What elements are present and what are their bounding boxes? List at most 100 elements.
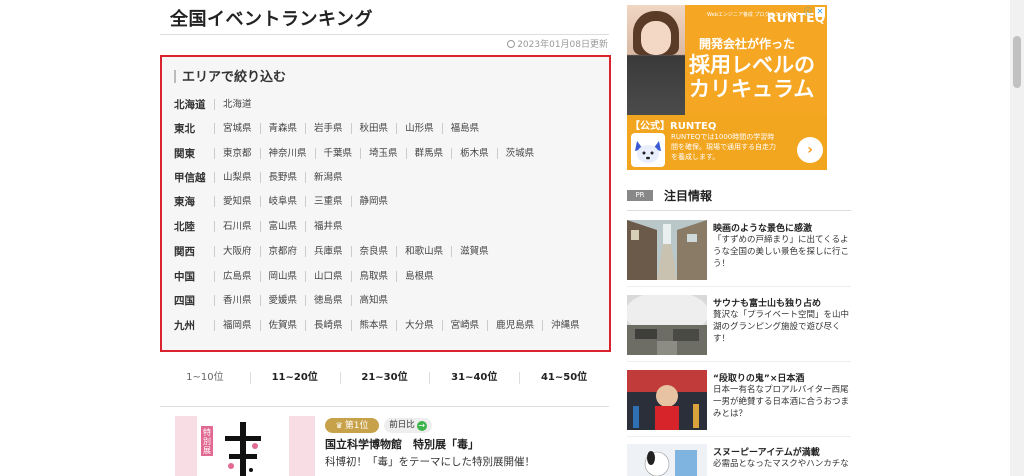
prefecture-link[interactable]: 福井県 (305, 220, 351, 232)
tab-rank-11-20[interactable]: 11~20位 (249, 367, 340, 389)
prefecture-link[interactable]: 熊本県 (350, 319, 397, 331)
tab-rank-1-10[interactable]: 1~10位 (160, 367, 250, 389)
prefecture-list: 大阪府 京都府 兵庫県 奈良県 和歌山県 滋賀県 (214, 245, 497, 257)
title-divider (160, 34, 609, 35)
prefecture-link[interactable]: 岐阜県 (259, 195, 306, 207)
tab-rank-21-30[interactable]: 21~30位 (339, 367, 430, 389)
news-desc: 日本一有名なプロアルバイター西尾一男が絶賛する日本酒に合うおつまみとは？ (713, 385, 850, 419)
ad-info-icon[interactable]: ⓘ (803, 7, 813, 17)
prefecture-link[interactable]: 新潟県 (305, 171, 351, 183)
prefecture-link[interactable]: 香川県 (214, 294, 260, 306)
prefecture-link[interactable]: 佐賀県 (259, 319, 306, 331)
prefecture-link[interactable]: 栃木県 (451, 147, 497, 159)
news-item[interactable]: サウナも富士山も独り占め 贅沢な「プライベート空間」を山中湖のグランピング施設で… (627, 295, 851, 355)
prefecture-link[interactable]: 大阪府 (214, 245, 260, 257)
ad-go-button[interactable]: › (797, 137, 823, 163)
prefecture-link[interactable]: 岩手県 (305, 122, 351, 134)
prefecture-link[interactable]: 徳島県 (305, 294, 351, 306)
page: 全国イベントランキング 2023年01月08日更新 エリアで絞り込む 北海道 北海… (0, 0, 1024, 476)
prefecture-link[interactable]: 愛知県 (214, 195, 260, 207)
ad-photo-face (641, 21, 671, 55)
prefecture-link[interactable]: 静岡県 (350, 195, 397, 207)
prefecture-list: 愛知県 岐阜県 三重県 静岡県 (214, 195, 397, 207)
scrollbar-thumb[interactable] (1013, 36, 1021, 88)
region-name: 北陸 (174, 220, 195, 233)
prefecture-link[interactable]: 神奈川県 (259, 147, 315, 159)
prefecture-link[interactable]: 岡山県 (259, 270, 306, 282)
ad-banner[interactable]: Webエンジニア養成 プログラミングスクール RUNTEQ ⓘ ✕ 開発会社が作… (627, 5, 827, 170)
region-name: 北海道 (174, 98, 206, 111)
prefecture-link[interactable]: 福島県 (441, 122, 488, 134)
event-poster-label: 特別展 (201, 426, 213, 456)
news-item[interactable]: 映画のような景色に感激 「すずめの戸締まり」に出てくるような全国の美しい景色を探… (627, 220, 851, 280)
prefecture-link[interactable]: 山形県 (396, 122, 442, 134)
ad-headline-3: カリキュラム (689, 77, 815, 101)
prefecture-link[interactable]: 茨城県 (496, 147, 543, 159)
prefecture-link[interactable]: 島根県 (396, 270, 442, 282)
sidebar-heading: 注目情報 (664, 189, 713, 203)
prefecture-link[interactable]: 京都府 (259, 245, 306, 257)
tab-rank-31-40[interactable]: 31~40位 (429, 367, 519, 389)
alley-photo (627, 220, 707, 280)
prefecture-link[interactable]: 山梨県 (214, 171, 260, 183)
prefecture-link[interactable]: 和歌山県 (396, 245, 451, 257)
tab-rank-41-50[interactable]: 41~50位 (519, 367, 609, 389)
news-divider (627, 286, 851, 287)
prefecture-link[interactable]: 滋賀県 (451, 245, 497, 257)
prefecture-link[interactable]: 愛媛県 (259, 294, 306, 306)
prefecture-link[interactable]: 鳥取県 (350, 270, 397, 282)
glamping-photo (627, 295, 707, 355)
prefecture-link[interactable]: 奈良県 (350, 245, 397, 257)
prefecture-link[interactable]: 山口県 (305, 270, 351, 282)
prefecture-link[interactable]: 三重県 (305, 195, 351, 207)
news-thumbnail (627, 220, 707, 280)
prefecture-list: 香川県 愛媛県 徳島県 高知県 (214, 294, 397, 306)
ad-close-icon[interactable]: ✕ (815, 7, 825, 17)
prefecture-link[interactable]: 千葉県 (314, 147, 361, 159)
news-thumbnail (627, 370, 707, 430)
prefecture-list: 宮城県 青森県 岩手県 秋田県 山形県 福島県 (214, 122, 488, 134)
prefecture-link[interactable]: 長崎県 (305, 319, 351, 331)
rank-divider (160, 406, 609, 407)
news-title: スヌーピーアイテムが満載 (713, 448, 820, 458)
region-name: 関東 (174, 147, 195, 160)
region-row: 中国 広島県 岡山県 山口県 鳥取県 島根県 (174, 268, 442, 284)
prefecture-link[interactable]: 高知県 (350, 294, 397, 306)
event-thumbnail[interactable]: 特別展 (175, 416, 315, 476)
prefecture-list: 北海道 (214, 98, 260, 110)
ad-photo (627, 5, 685, 115)
prefecture-link[interactable]: 兵庫県 (305, 245, 351, 257)
updated-date: 2023年01月08日更新 (490, 37, 608, 50)
prefecture-link[interactable]: 富山県 (259, 220, 306, 232)
news-divider (627, 361, 851, 362)
prefecture-link[interactable]: 宮崎県 (441, 319, 488, 331)
prefecture-link[interactable]: 東京都 (214, 147, 260, 159)
prefecture-link[interactable]: 鹿児島県 (487, 319, 542, 331)
region-name: 中国 (174, 270, 195, 283)
prefecture-link[interactable]: 大分県 (396, 319, 442, 331)
prefecture-link[interactable]: 長野県 (259, 171, 306, 183)
sidebar-divider (627, 210, 851, 211)
news-thumbnail (627, 444, 707, 476)
event-title[interactable]: 国立科学博物館 特別展「毒」 (325, 436, 479, 452)
prefecture-link[interactable]: 北海道 (214, 98, 260, 110)
rank-tabs: 1~10位 11~20位 21~30位 31~40位 41~50位 (160, 367, 609, 389)
prefecture-link[interactable]: 広島県 (214, 270, 260, 282)
region-name: 東北 (174, 122, 195, 135)
prefecture-link[interactable]: 埼玉県 (360, 147, 406, 159)
prefecture-link[interactable]: 秋田県 (350, 122, 397, 134)
prefecture-link[interactable]: 沖縄県 (542, 319, 588, 331)
news-title: サウナも富士山も独り占め (713, 299, 822, 309)
region-row: 四国 香川県 愛媛県 徳島県 高知県 (174, 292, 396, 308)
news-thumbnail (627, 295, 707, 355)
news-title: 映画のような景色に感激 (713, 224, 813, 234)
prefecture-link[interactable]: 青森県 (259, 122, 306, 134)
prefecture-link[interactable]: 福岡県 (214, 319, 260, 331)
prefecture-link[interactable]: 石川県 (214, 220, 260, 232)
news-item[interactable]: “段取りの鬼”×日本酒 日本一有名なプロアルバイター西尾一男が絶賛する日本酒に合… (627, 370, 851, 430)
prefecture-link[interactable]: 宮城県 (214, 122, 260, 134)
news-desc: 贅沢な「プライベート空間」を山中湖のグランピング施設で遊び尽くす！ (713, 310, 850, 344)
news-item[interactable]: スヌーピーアイテムが満載 必需品となったマスクやハンカチな (627, 444, 851, 476)
prefecture-link[interactable]: 群馬県 (405, 147, 452, 159)
updated-text: 2023年01月08日更新 (517, 40, 608, 50)
